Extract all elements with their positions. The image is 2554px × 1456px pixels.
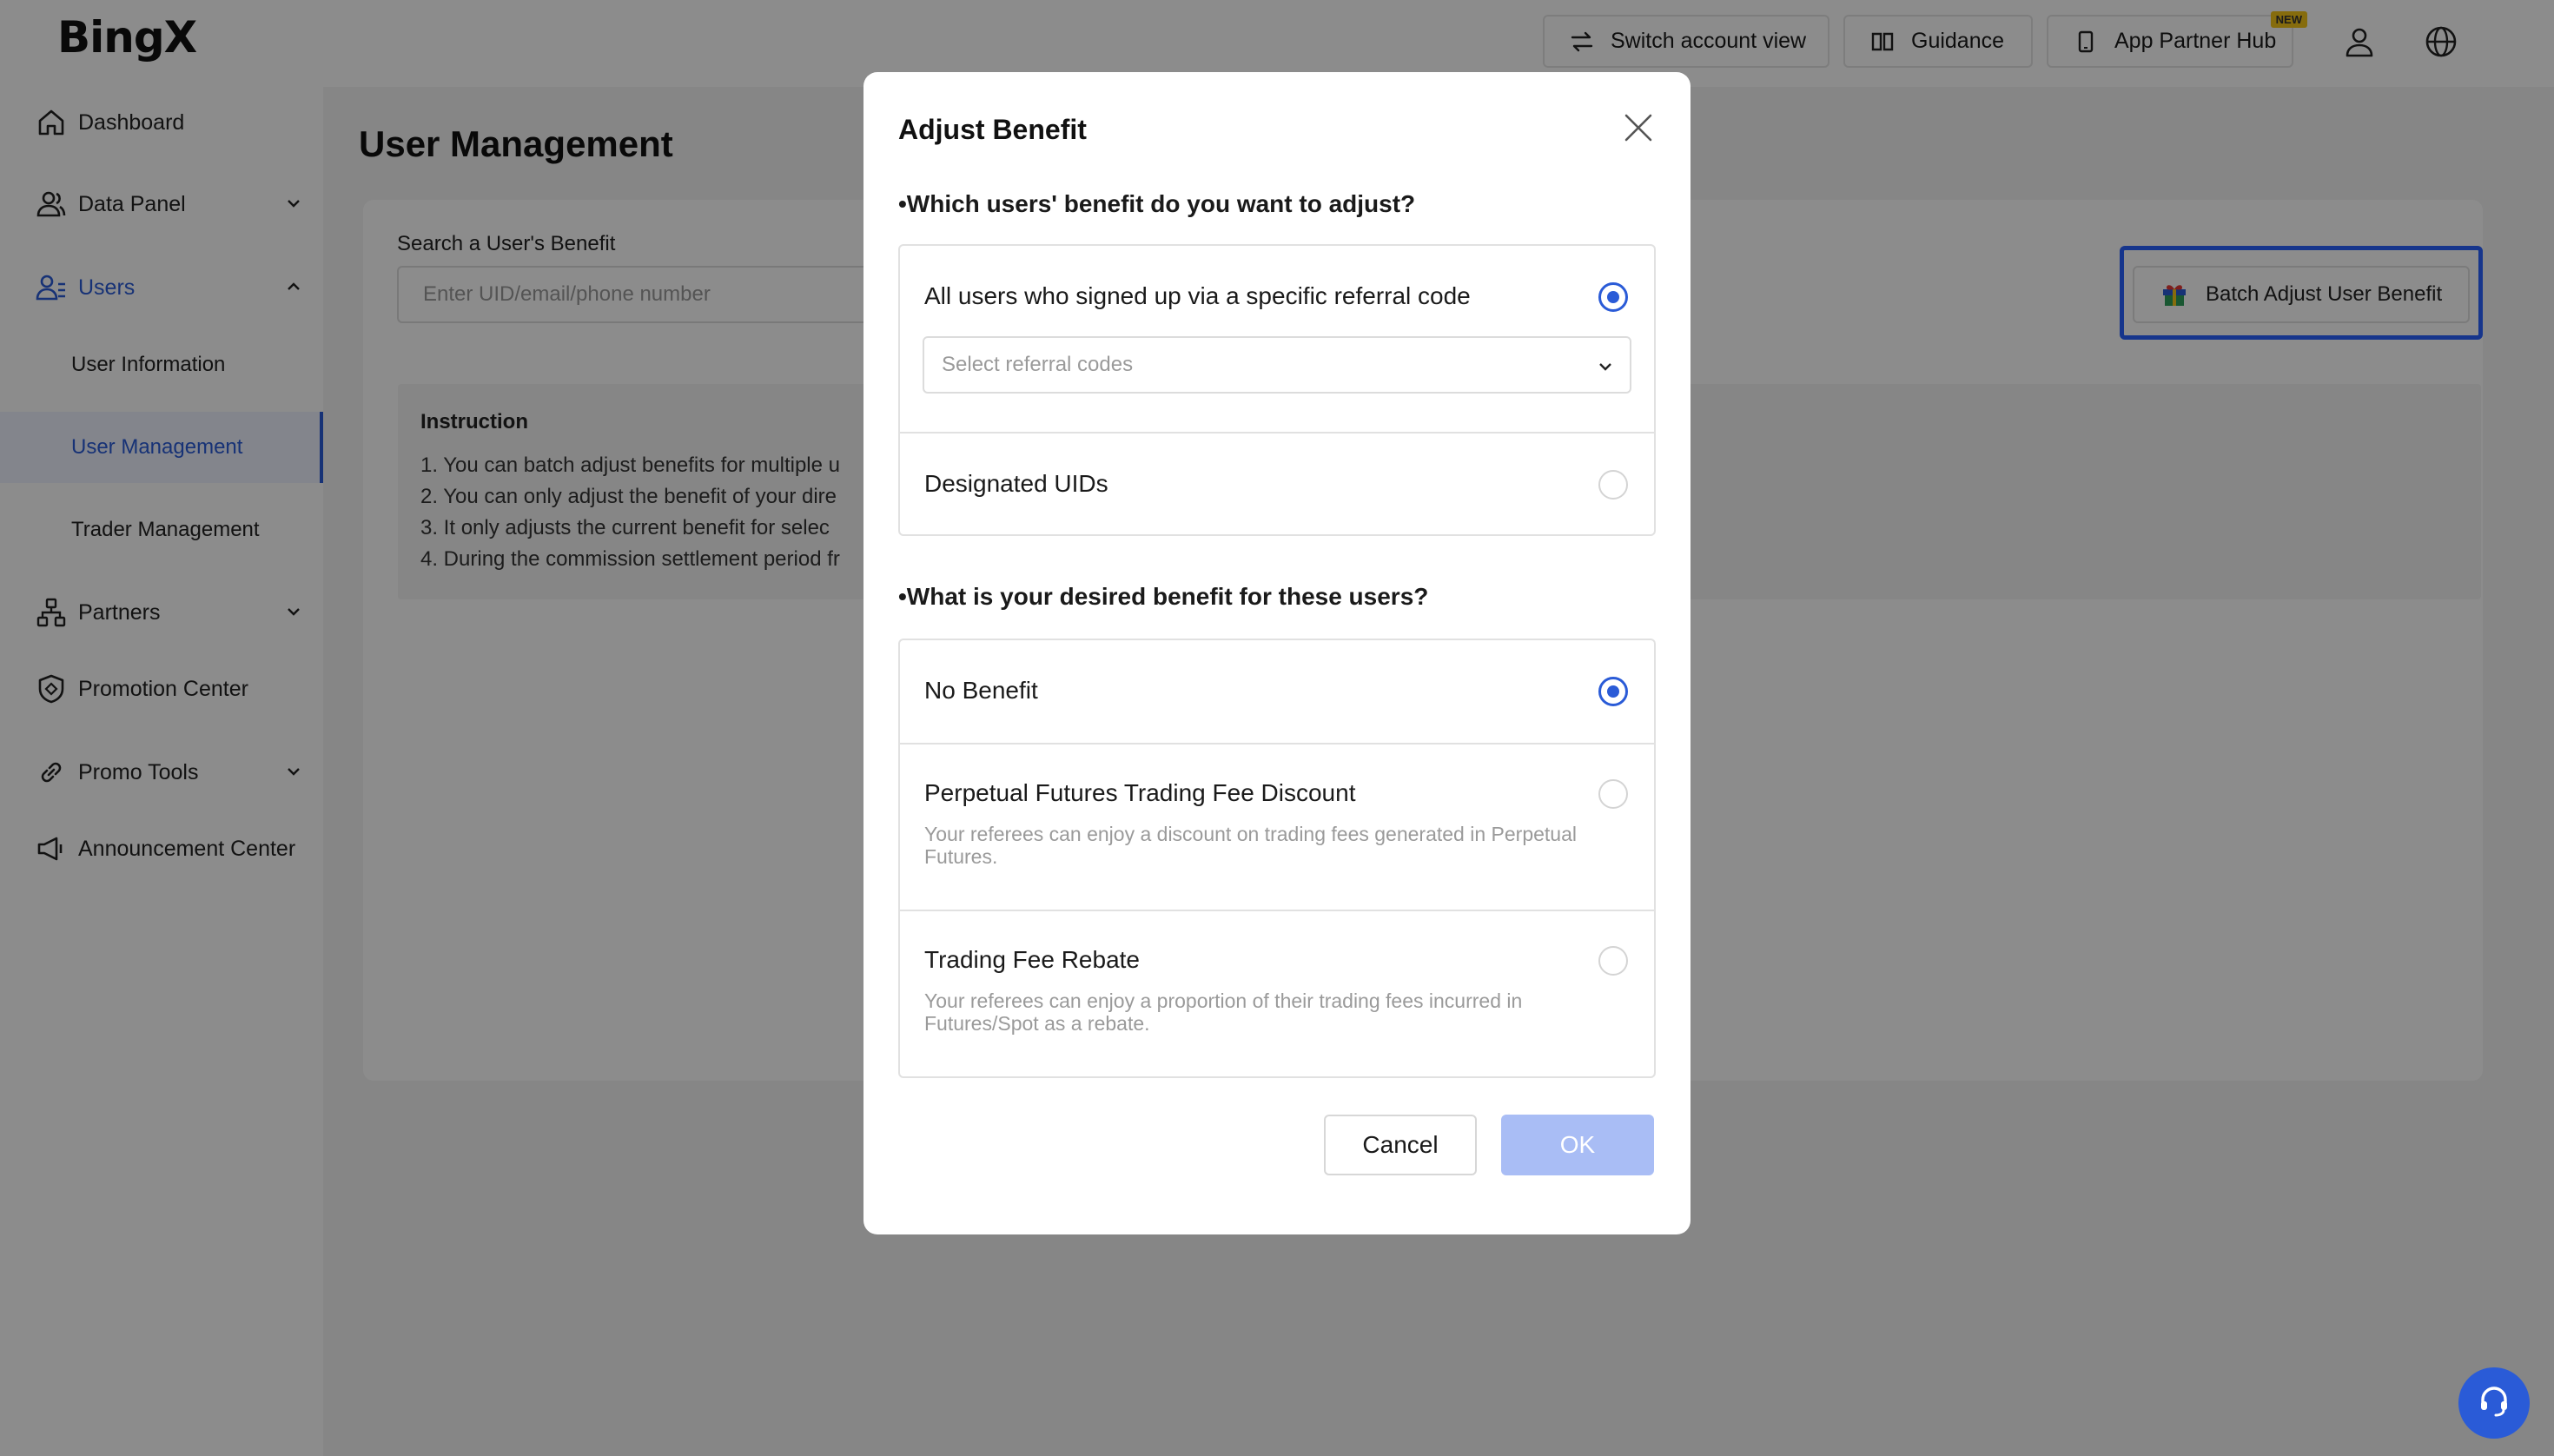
benefit-options: No Benefit Perpetual Futures Trading Fee… [898, 639, 1656, 1078]
option-label: Designated UIDs [924, 470, 1108, 497]
chevron-down-icon [1595, 355, 1616, 376]
radio-referral-code[interactable] [1598, 282, 1628, 312]
adjust-benefit-modal: Adjust Benefit •Which users' benefit do … [863, 72, 1691, 1234]
referral-codes-placeholder: Select referral codes [942, 353, 1134, 376]
option-label: All users who signed up via a specific r… [924, 282, 1471, 309]
option-no-benefit[interactable]: No Benefit [900, 640, 1654, 743]
radio-trading-fee-rebate[interactable] [1598, 946, 1628, 976]
customer-support-button[interactable] [2458, 1367, 2530, 1439]
option-label: Trading Fee Rebate [924, 946, 1140, 973]
desired-benefit-question: •What is your desired benefit for these … [898, 583, 1429, 610]
radio-no-benefit[interactable] [1598, 677, 1628, 706]
ok-button[interactable]: OK [1501, 1115, 1654, 1175]
option-designated-uids[interactable]: Designated UIDs [900, 433, 1654, 536]
headset-icon [2475, 1382, 2513, 1425]
option-referral-code[interactable]: All users who signed up via a specific r… [900, 246, 1654, 432]
modal-title: Adjust Benefit [898, 114, 1087, 145]
option-label: No Benefit [924, 677, 1038, 704]
radio-perpetual-futures-discount[interactable] [1598, 779, 1628, 809]
option-description: Your referees can enjoy a proportion of … [924, 989, 1523, 1035]
referral-codes-select[interactable]: Select referral codes [923, 336, 1631, 394]
option-perpetual-futures-discount[interactable]: Perpetual Futures Trading Fee Discount Y… [900, 745, 1654, 910]
option-description: Your referees can enjoy a discount on tr… [924, 823, 1577, 868]
target-users-options: All users who signed up via a specific r… [898, 244, 1656, 536]
cancel-button[interactable]: Cancel [1324, 1115, 1477, 1175]
radio-designated-uids[interactable] [1598, 470, 1628, 500]
option-trading-fee-rebate[interactable]: Trading Fee Rebate Your referees can enj… [900, 911, 1654, 1078]
close-icon[interactable] [1621, 110, 1656, 145]
target-users-question: •Which users' benefit do you want to adj… [898, 190, 1416, 217]
option-label: Perpetual Futures Trading Fee Discount [924, 779, 1356, 806]
